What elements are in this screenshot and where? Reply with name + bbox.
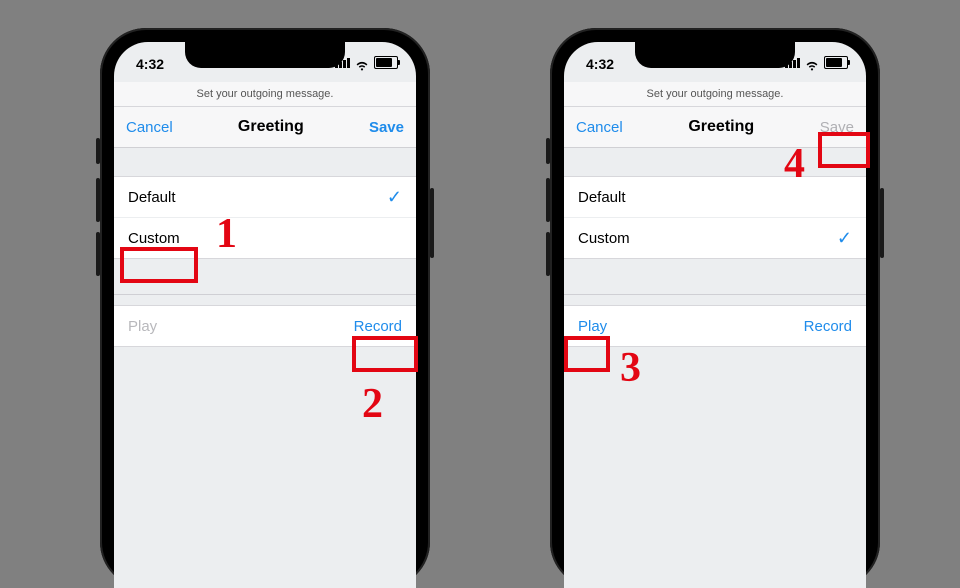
checkmark-icon: ✓ <box>387 187 402 208</box>
annotation-number-3: 3 <box>620 344 641 392</box>
row-label: Custom <box>578 230 630 247</box>
subheader: Set your outgoing message. <box>564 82 866 107</box>
status-icons <box>335 56 398 69</box>
subheader: Set your outgoing message. <box>114 82 416 107</box>
screen: 4:32 Set your outgoing message. Cancel G… <box>114 42 416 588</box>
status-time: 4:32 <box>136 56 164 72</box>
save-button[interactable]: Save <box>369 119 404 136</box>
record-button[interactable]: Record <box>354 318 402 335</box>
side-button <box>96 178 100 222</box>
play-button[interactable]: Play <box>128 318 157 335</box>
play-button[interactable]: Play <box>578 318 607 335</box>
side-button <box>430 188 434 258</box>
row-label: Default <box>578 189 626 206</box>
divider-area <box>564 259 866 306</box>
nav-title: Greeting <box>688 118 754 136</box>
annotation-box-2 <box>352 336 418 372</box>
status-time: 4:32 <box>586 56 614 72</box>
side-button <box>880 188 884 258</box>
wifi-icon <box>355 58 369 68</box>
annotation-box-1 <box>120 247 198 283</box>
battery-icon <box>824 56 848 69</box>
record-button[interactable]: Record <box>804 318 852 335</box>
row-custom[interactable]: Custom ✓ <box>564 217 866 258</box>
side-button <box>546 138 550 164</box>
screen: 4:32 Set your outgoing message. Cancel G… <box>564 42 866 588</box>
side-button <box>96 138 100 164</box>
row-default[interactable]: Default ✓ <box>114 177 416 217</box>
annotation-number-2: 2 <box>362 380 383 428</box>
side-button <box>546 232 550 276</box>
phone-right: 4:32 Set your outgoing message. Cancel G… <box>550 28 880 588</box>
phone-left: 4:32 Set your outgoing message. Cancel G… <box>100 28 430 588</box>
cancel-button[interactable]: Cancel <box>126 119 173 136</box>
options-list: Default Custom ✓ <box>564 176 866 259</box>
notch <box>185 42 345 68</box>
side-button <box>96 232 100 276</box>
battery-icon <box>374 56 398 69</box>
row-label: Default <box>128 189 176 206</box>
wifi-icon <box>805 58 819 68</box>
nav-title: Greeting <box>238 118 304 136</box>
side-button <box>546 178 550 222</box>
checkmark-icon: ✓ <box>837 228 852 249</box>
spacer <box>114 148 416 176</box>
annotation-number-4: 4 <box>784 140 805 188</box>
navbar: Cancel Greeting Save <box>114 107 416 148</box>
annotation-box-3 <box>564 336 610 372</box>
annotation-number-1: 1 <box>216 210 237 258</box>
notch <box>635 42 795 68</box>
row-default[interactable]: Default <box>564 177 866 217</box>
row-label: Custom <box>128 230 180 247</box>
annotation-box-4 <box>818 132 870 168</box>
status-icons <box>785 56 848 69</box>
cancel-button[interactable]: Cancel <box>576 119 623 136</box>
